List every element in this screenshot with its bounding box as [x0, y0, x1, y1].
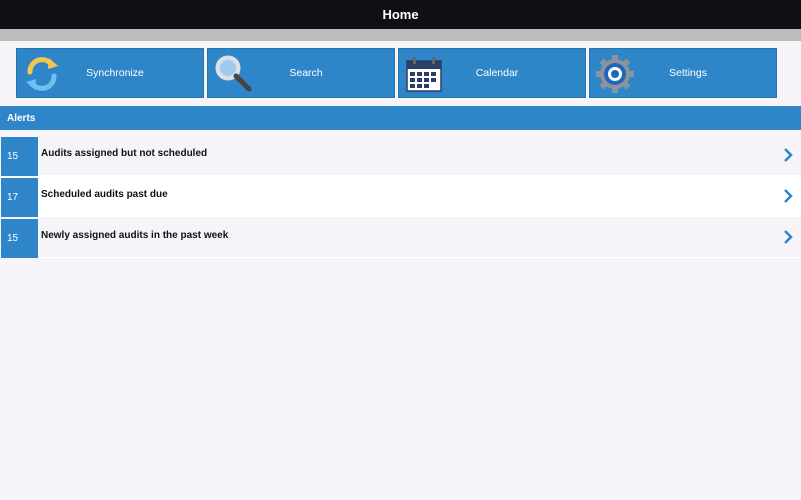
alert-label: Scheduled audits past due — [41, 189, 168, 200]
alert-row-past-due[interactable]: 17 Scheduled audits past due — [0, 176, 801, 217]
synchronize-label: Synchronize — [86, 67, 144, 79]
sync-icon — [26, 57, 58, 91]
alert-label: Audits assigned but not scheduled — [41, 148, 208, 159]
calendar-icon — [406, 57, 442, 92]
title-subbar — [0, 29, 801, 41]
search-button[interactable]: Search — [207, 48, 395, 98]
calendar-button[interactable]: Calendar — [398, 48, 586, 98]
alert-row-unscheduled[interactable]: 15 Audits assigned but not scheduled — [0, 135, 801, 176]
chevron-right-icon — [784, 230, 793, 244]
settings-label: Settings — [669, 67, 707, 79]
magnifier-icon — [215, 55, 252, 92]
settings-button[interactable]: Settings — [589, 48, 777, 98]
alert-count-badge: 15 — [1, 137, 38, 176]
synchronize-button[interactable]: Synchronize — [16, 48, 204, 98]
title-bar: Home — [0, 0, 801, 29]
alerts-header: Alerts — [0, 106, 801, 130]
page-title: Home — [382, 7, 419, 22]
alert-list: 15 Audits assigned but not scheduled 17 … — [0, 135, 801, 258]
calendar-label: Calendar — [475, 67, 519, 79]
alert-count-badge: 15 — [1, 219, 38, 258]
search-label: Search — [289, 67, 323, 79]
gear-icon — [596, 55, 634, 93]
alert-label: Newly assigned audits in the past week — [41, 230, 229, 241]
chevron-right-icon — [784, 189, 793, 203]
alert-count-badge: 17 — [1, 178, 38, 217]
chevron-right-icon — [784, 148, 793, 162]
home-toolbar: Synchronize Search Calendar Settings — [0, 41, 801, 105]
alert-row-newly-assigned[interactable]: 15 Newly assigned audits in the past wee… — [0, 217, 801, 258]
alerts-title: Alerts — [7, 112, 36, 124]
